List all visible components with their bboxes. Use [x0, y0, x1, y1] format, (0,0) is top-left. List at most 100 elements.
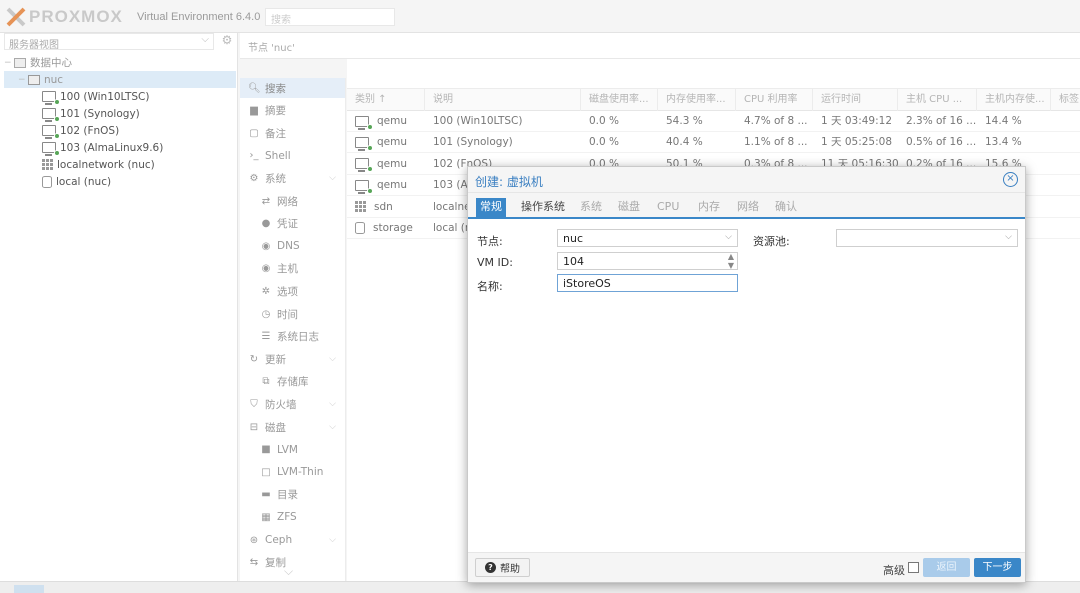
- page-title: 节点 'nuc': [248, 43, 295, 54]
- table-cell-cpu: 4.7% of 8 ...: [736, 111, 813, 132]
- help-button[interactable]: ? 帮助: [475, 558, 530, 577]
- nav-item[interactable]: ✲ 选项: [240, 281, 345, 301]
- nav-item-label: ZFS: [277, 511, 297, 524]
- square-icon: ■: [261, 444, 271, 456]
- wizard-tab[interactable]: 操作系统: [517, 198, 569, 215]
- nav-item[interactable]: ⊟ 磁盘 ⌵: [240, 417, 345, 437]
- column-header[interactable]: 主机内存使...: [977, 89, 1051, 111]
- next-button[interactable]: 下一步: [974, 558, 1021, 577]
- chevron-down-icon[interactable]: ⌵: [329, 354, 336, 364]
- nav-item[interactable]: ↻ 更新 ⌵: [240, 349, 345, 369]
- cell-text: 1.1% of 8 ...: [744, 136, 808, 149]
- cell-text: 101 (Synology): [433, 136, 513, 149]
- column-header[interactable]: 运行时间: [813, 89, 898, 111]
- nav-item[interactable]: 🔍︎ 搜索: [240, 78, 345, 98]
- version-label: Virtual Environment 6.4.0: [137, 11, 261, 23]
- tree-item-node[interactable]: − nuc: [4, 71, 236, 88]
- tree-toggle-icon[interactable]: −: [4, 58, 14, 68]
- table-cell-desc: 100 (Win10LTSC): [425, 111, 581, 132]
- nav-item[interactable]: ⚙ 系统 ⌵: [240, 168, 345, 188]
- column-header[interactable]: 内存使用率...: [658, 89, 736, 111]
- close-icon[interactable]: ×: [1003, 172, 1018, 187]
- chevron-down-icon[interactable]: ⌵: [329, 399, 336, 409]
- running-status-icon: [367, 144, 373, 151]
- chevron-down-icon[interactable]: ⌵: [725, 230, 732, 245]
- nav-item-label: 选项: [277, 285, 298, 298]
- vm-running-icon: [355, 179, 373, 194]
- tree-item-label: 数据中心: [30, 57, 72, 69]
- nav-item[interactable]: ⛉ 防火墙 ⌵: [240, 394, 345, 414]
- table-row[interactable]: qemu 100 (Win10LTSC) 0.0 % 54.3 % 4.7% of 8 …: [347, 111, 1080, 132]
- nav-item[interactable]: ■ LVM: [240, 440, 345, 460]
- nav-item[interactable]: ◉ DNS: [240, 236, 345, 256]
- node-select[interactable]: nuc ⌵: [557, 229, 738, 247]
- files-icon: ⧉: [262, 376, 270, 388]
- scroll-down-icon[interactable]: ⌵: [284, 564, 293, 579]
- nav-item[interactable]: ▢ 备注: [240, 123, 345, 143]
- vmid-spinner[interactable]: 104 ▲ ▼: [557, 252, 738, 270]
- tree-item-guest[interactable]: localnetwork (nuc): [42, 156, 155, 173]
- global-search-input[interactable]: 搜索: [265, 8, 395, 26]
- nav-item[interactable]: ›_ Shell: [240, 146, 345, 166]
- tree-item-label: 100 (Win10LTSC): [60, 90, 150, 103]
- tree-item-datacenter[interactable]: − 数据中心: [4, 54, 236, 71]
- cell-text: localne: [433, 200, 471, 213]
- nav-item[interactable]: □ LVM-Thin: [240, 462, 345, 482]
- pool-select[interactable]: ⌵: [836, 229, 1018, 247]
- nav-item[interactable]: ▆ 摘要: [240, 101, 345, 121]
- wizard-tab: 系统: [580, 200, 602, 213]
- view-selector[interactable]: 服务器视图 ⌵: [4, 33, 214, 51]
- column-header[interactable]: 主机 CPU ...: [898, 89, 977, 111]
- nav-item-label: 防火墙: [265, 398, 297, 411]
- nav-item[interactable]: ◷ 时间: [240, 304, 345, 324]
- nav-item[interactable]: ⇄ 网络: [240, 191, 345, 211]
- advanced-checkbox[interactable]: [908, 562, 919, 573]
- nav-item[interactable]: ● 凭证: [240, 214, 345, 234]
- tree-item-guest[interactable]: 101 (Synology): [42, 105, 140, 122]
- cell-text: 1 天 05:25:08: [821, 136, 893, 149]
- terminal-icon: ›_: [249, 150, 259, 162]
- nav-item[interactable]: ⊛ Ceph ⌵: [240, 530, 345, 550]
- tree-item-guest[interactable]: 102 (FnOS): [42, 122, 119, 139]
- cell-text: local (n: [433, 222, 472, 234]
- table-cell-type: qemu: [347, 154, 425, 175]
- vm-name-value: iStoreOS: [563, 277, 611, 290]
- table-row[interactable]: qemu 101 (Synology) 0.0 % 40.4 % 1.1% of 8 .…: [347, 132, 1080, 154]
- nav-item[interactable]: ☰ 系统日志: [240, 327, 345, 347]
- vm-running-icon: [42, 142, 60, 156]
- proxmox-logo[interactable]: PROXMOX: [6, 7, 123, 27]
- chevron-down-icon[interactable]: ⌵: [329, 422, 336, 432]
- chevron-down-icon[interactable]: ⌵: [1005, 230, 1012, 245]
- tree-toggle-icon[interactable]: −: [18, 75, 28, 85]
- cell-text: 103 (Al: [433, 179, 471, 192]
- column-header[interactable]: 说明: [425, 89, 581, 111]
- chevron-down-icon[interactable]: ⌵: [329, 173, 336, 183]
- wizard-tab[interactable]: 常规: [476, 198, 506, 217]
- nav-item[interactable]: ▬ 目录: [240, 485, 345, 505]
- table-cell-type: qemu: [347, 175, 425, 196]
- vm-running-icon: [355, 136, 373, 151]
- chevron-down-icon[interactable]: ⌵: [329, 535, 336, 545]
- nav-item[interactable]: ⧉ 存储库: [240, 372, 345, 392]
- column-header[interactable]: 标签: [1051, 89, 1080, 111]
- tree-item-guest[interactable]: 100 (Win10LTSC): [42, 88, 149, 105]
- nav-item[interactable]: ▦ ZFS: [240, 507, 345, 527]
- gear-icon[interactable]: ⚙: [219, 33, 235, 49]
- cell-text: 13.4 %: [985, 136, 1022, 149]
- nav-item[interactable]: ◉ 主机: [240, 259, 345, 279]
- column-header[interactable]: 类别 ↑: [347, 89, 425, 111]
- wizard-tab: 磁盘: [618, 200, 640, 213]
- vm-name-input[interactable]: iStoreOS: [557, 274, 738, 292]
- task-log-tab[interactable]: [14, 585, 44, 593]
- storage-icon: [42, 175, 52, 188]
- note-icon: ▢: [249, 127, 259, 139]
- tree-item-guest[interactable]: 103 (AlmaLinux9.6): [42, 139, 163, 156]
- spinner-arrows-icon[interactable]: ▲ ▼: [728, 252, 734, 270]
- vm-running-icon: [42, 91, 60, 105]
- pool-label: 资源池:: [753, 235, 790, 248]
- back-button[interactable]: 返回: [923, 558, 970, 577]
- column-header[interactable]: 磁盘使用率...: [581, 89, 658, 111]
- tree-item-guest[interactable]: local (nuc): [42, 173, 111, 190]
- nav-item-label: 搜索: [265, 82, 286, 95]
- column-header[interactable]: CPU 利用率: [736, 89, 813, 111]
